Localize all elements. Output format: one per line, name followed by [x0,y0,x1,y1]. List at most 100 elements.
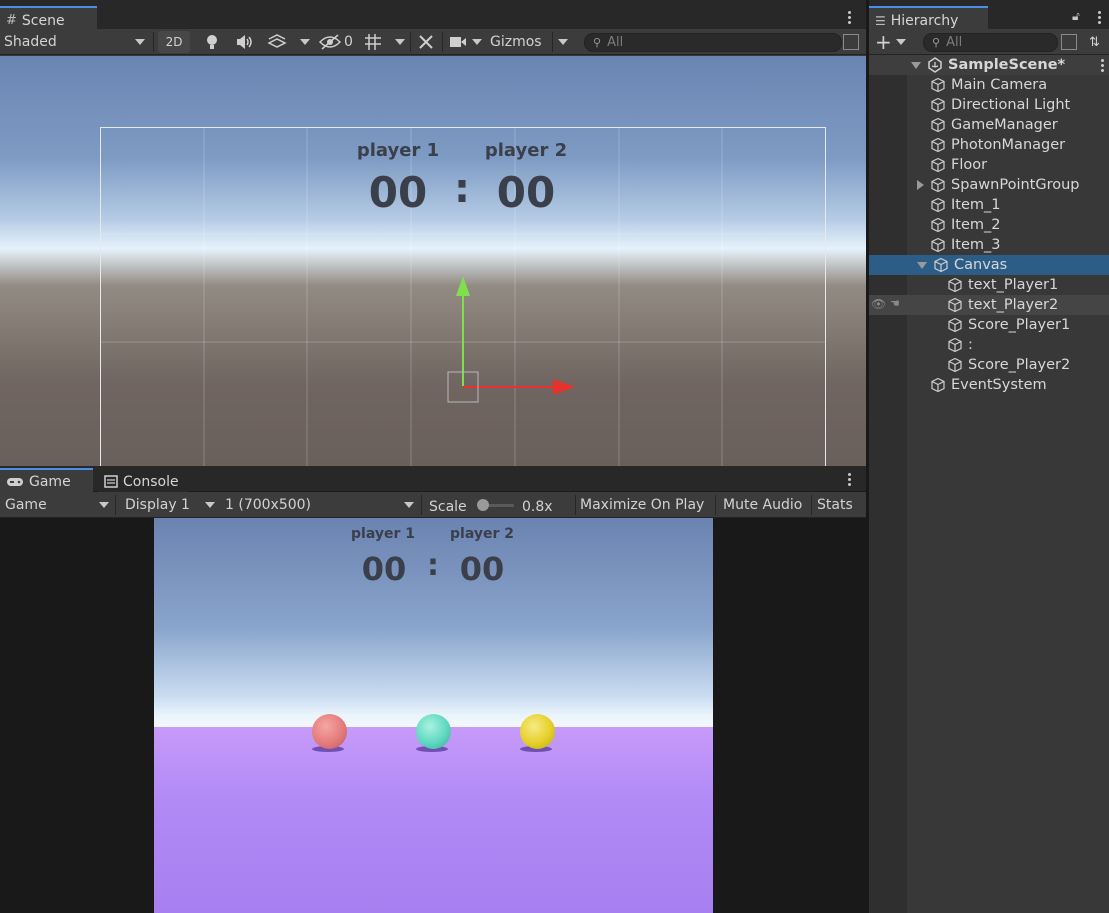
scene-panel: # Scene Shaded 2D 0 Gizmos ⚲ All player … [0,0,866,466]
divider [410,32,411,52]
tools-icon[interactable] [417,31,437,53]
hierarchy-item[interactable]: Item_3 [869,235,1109,255]
game-tabbar: Game Console [0,466,866,492]
hierarchy-item-label: Canvas [954,257,1008,273]
gamepad-icon [7,477,23,486]
game-score-colon: : [427,548,439,583]
effects-dropdown-icon[interactable] [300,39,310,45]
chevron-down-icon [895,39,906,45]
scene-search-input[interactable]: ⚲ All [584,33,842,52]
scene-more-icon[interactable] [841,9,857,25]
hierarchy-panel: ☰ Hierarchy 🔓︎ + ⚲ All ⇅ SampleScene* Ma… [869,0,1109,913]
hierarchy-item[interactable]: PhotonManager [869,135,1109,155]
gameobject-cube-icon [947,317,963,333]
scene-score2: 00 [496,168,556,217]
scale-value: 0.8x [522,499,553,515]
shading-mode-dropdown[interactable]: Shaded [4,31,150,53]
mute-audio-toggle[interactable]: Mute Audio [723,494,802,516]
grid-toggle-icon[interactable] [364,31,384,53]
hierarchy-item[interactable]: Item_2 [869,215,1109,235]
hidden-objects-toggle[interactable]: 0 [319,31,355,53]
game-mode-dropdown[interactable]: Game [5,494,113,516]
scene-viewport[interactable]: player 1 player 2 00 : 00 [0,56,866,466]
hierarchy-item[interactable]: EventSystem [869,375,1109,395]
divider [575,495,576,515]
hierarchy-item[interactable]: text_Player1 [869,275,1109,295]
pick-object-icon[interactable] [843,34,859,50]
game-toolbar: Game Display 1 1 (700x500) Scale 0.8x Ma… [0,492,866,518]
lighting-toggle-icon[interactable] [204,31,222,53]
stats-toggle[interactable]: Stats [817,494,853,516]
camera-dropdown-icon[interactable] [472,39,482,45]
gameobject-cube-icon [930,157,946,173]
sphere-yellow [520,714,555,749]
game-view[interactable]: player 1 player 2 00 : 00 [154,518,713,913]
gameobject-cube-icon [930,377,946,393]
hierarchy-item[interactable]: Item_1 [869,195,1109,215]
create-dropdown[interactable]: + [875,30,909,54]
tab-hierarchy-label: Hierarchy [890,12,959,29]
pickable-hand-icon[interactable]: ☚ [890,297,900,310]
gameobject-cube-icon [930,177,946,193]
scene-options-icon[interactable] [1094,57,1109,73]
tab-console-label: Console [123,473,179,490]
lock-icon[interactable]: 🔓︎ [1072,9,1080,24]
gameobject-cube-icon [930,237,946,253]
toggle-2d-button[interactable]: 2D [158,31,190,53]
hierarchy-item[interactable]: SpawnPointGroup [869,175,1109,195]
sort-icon[interactable]: ⇅ [1089,31,1100,53]
hierarchy-item[interactable]: Directional Light [869,95,1109,115]
foldout-collapsed-icon[interactable] [917,180,924,190]
gameobject-cube-icon [930,97,946,113]
visibility-eye-icon[interactable]: 👁︎ [871,297,886,311]
hierarchy-item[interactable]: : [869,335,1109,355]
hierarchy-item-label: Item_2 [951,217,1001,233]
scale-slider-thumb[interactable] [477,499,489,511]
gameobject-cube-icon [947,297,963,313]
display-dropdown[interactable]: Display 1 [125,494,217,516]
hierarchy-item-label: text_Player1 [968,277,1059,293]
pick-object-icon[interactable] [1061,34,1077,50]
tab-game[interactable]: Game [0,468,93,492]
grid-dropdown-icon[interactable] [395,39,405,45]
gizmos-label: Gizmos [490,34,542,50]
gameobject-cube-icon [947,357,963,373]
scale-slider[interactable] [477,499,514,511]
foldout-expanded-icon[interactable] [911,61,921,69]
hierarchy-item[interactable]: Floor [869,155,1109,175]
hierarchy-item[interactable]: Main Camera [869,75,1109,95]
game-floor [154,727,713,913]
hierarchy-item-label: GameManager [951,117,1058,133]
hierarchy-item-label: SpawnPointGroup [951,177,1080,193]
hierarchy-search-input[interactable]: ⚲ All [923,33,1058,52]
audio-toggle-icon[interactable] [235,31,255,53]
hierarchy-more-icon[interactable] [1091,9,1107,25]
tab-console[interactable]: Console [98,470,188,492]
hierarchy-item[interactable]: Score_Player1 [869,315,1109,335]
hidden-count: 0 [344,34,353,50]
scene-score1: 00 [368,168,428,217]
divider [115,495,116,515]
hierarchy-item-label: Item_3 [951,237,1001,253]
effects-toggle-icon[interactable] [267,31,287,53]
search-icon: ⚲ [593,36,602,49]
scene-root-row[interactable]: SampleScene* [869,55,1109,75]
foldout-expanded-icon[interactable] [917,261,927,269]
shading-mode-label: Shaded [4,34,57,50]
hierarchy-item[interactable]: Score_Player2 [869,355,1109,375]
maximize-on-play-toggle[interactable]: Maximize On Play [580,494,704,516]
resolution-label: 1 (700x500) [225,497,312,513]
game-more-icon[interactable] [841,471,857,487]
hierarchy-item[interactable]: GameManager [869,115,1109,135]
gizmos-chevron-icon[interactable] [558,39,568,45]
hierarchy-item-label: Item_1 [951,197,1001,213]
hierarchy-toolbar: + ⚲ All ⇅ [869,29,1109,55]
camera-settings-icon[interactable] [449,31,469,53]
scale-label: Scale [429,499,467,515]
hierarchy-item[interactable]: 👁︎ ☚ text_Player2 [869,295,1109,315]
hierarchy-item-label: Floor [951,157,988,173]
gameobject-cube-icon [930,77,946,93]
hierarchy-item[interactable]: Canvas [869,255,1109,275]
resolution-dropdown[interactable]: 1 (700x500) [225,494,416,516]
scene-toolbar: Shaded 2D 0 Gizmos ⚲ All [0,29,866,55]
